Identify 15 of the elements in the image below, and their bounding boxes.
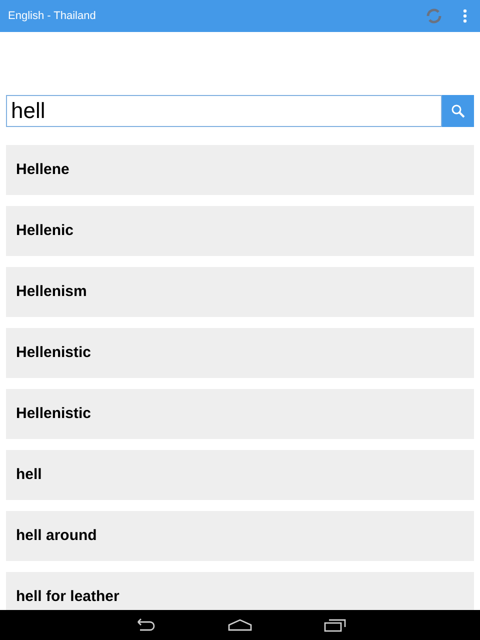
overflow-menu-icon[interactable] xyxy=(463,9,467,23)
home-icon[interactable] xyxy=(228,619,252,631)
recent-apps-icon[interactable] xyxy=(324,618,346,632)
search-field[interactable]: hell xyxy=(6,95,442,127)
result-item[interactable]: hell around xyxy=(6,511,474,561)
result-item[interactable]: Hellenic xyxy=(6,206,474,256)
result-item[interactable]: hell for leather xyxy=(6,572,474,610)
app-title: English - Thailand xyxy=(8,8,97,24)
search-icon xyxy=(451,104,465,118)
result-item[interactable]: Hellenism xyxy=(6,267,474,317)
result-item[interactable]: hell xyxy=(6,450,474,500)
result-item[interactable]: Hellene xyxy=(6,145,474,195)
result-item[interactable]: Hellenistic xyxy=(6,328,474,378)
result-item[interactable]: Hellenistic xyxy=(6,389,474,439)
search-button[interactable] xyxy=(442,95,474,127)
